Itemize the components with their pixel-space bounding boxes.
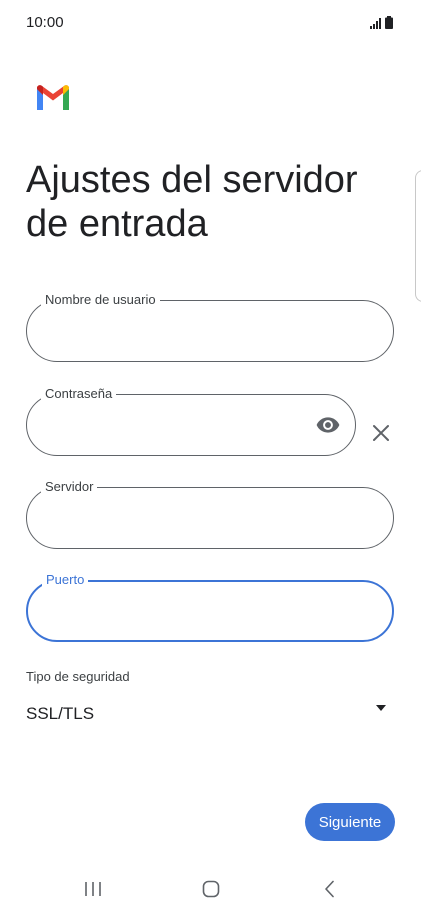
- recents-icon[interactable]: [73, 874, 113, 904]
- security-type-value: SSL/TLS: [26, 704, 95, 723]
- scrollbar[interactable]: [415, 170, 421, 302]
- next-button[interactable]: Siguiente: [305, 803, 395, 841]
- signal-icon: [370, 18, 381, 29]
- eye-icon[interactable]: [315, 412, 341, 438]
- server-input[interactable]: [47, 506, 337, 532]
- port-label: Puerto: [42, 572, 89, 588]
- back-icon[interactable]: [310, 874, 350, 904]
- battery-icon: [385, 16, 393, 29]
- password-field[interactable]: Contraseña: [26, 386, 356, 456]
- status-bar: 10:00: [0, 0, 421, 44]
- status-icons: [370, 15, 393, 29]
- home-icon[interactable]: [191, 874, 231, 904]
- security-type-select[interactable]: SSL/TLS: [26, 696, 388, 732]
- gmail-logo: [37, 85, 69, 110]
- dropdown-icon: [376, 705, 386, 711]
- username-label: Nombre de usuario: [41, 292, 160, 308]
- port-input[interactable]: [48, 600, 336, 626]
- status-time: 10:00: [26, 14, 64, 31]
- server-label: Servidor: [41, 479, 98, 495]
- username-input[interactable]: [47, 319, 337, 345]
- username-field[interactable]: Nombre de usuario: [26, 292, 394, 362]
- navigation-bar: [0, 864, 421, 914]
- password-input[interactable]: [47, 413, 299, 439]
- page-title: Ajustes del servidor de entrada: [26, 159, 358, 245]
- security-type-label: Tipo de seguridad: [26, 669, 130, 684]
- close-icon[interactable]: [370, 422, 392, 444]
- port-field[interactable]: Puerto: [26, 572, 394, 642]
- password-label: Contraseña: [41, 386, 117, 402]
- server-field[interactable]: Servidor: [26, 479, 394, 549]
